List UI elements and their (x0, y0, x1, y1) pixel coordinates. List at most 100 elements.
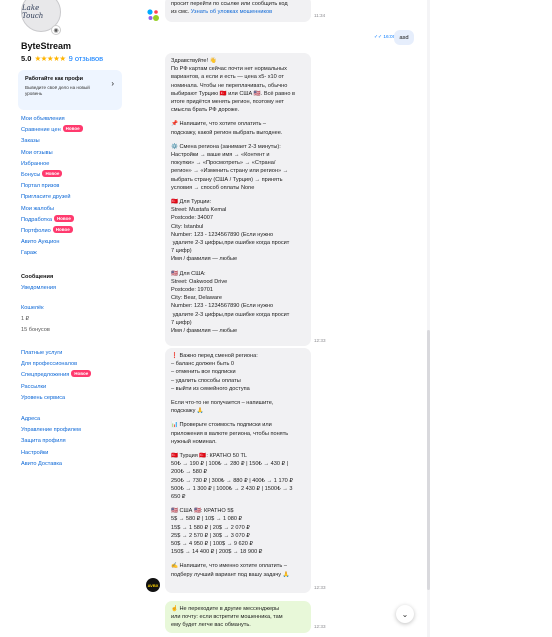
sidebar-item-label: Пригласите друзей (21, 194, 71, 201)
sidebar-item[interactable]: Для профессионалов (21, 359, 91, 370)
seller-rating: 5.0 ★★★★★ 9 отзывов (21, 54, 103, 63)
message-line: – выйти из семейного доступа (171, 385, 250, 392)
message-line: покупки» → «Просмотреть» → «Страна/ (171, 160, 276, 167)
sidebar-item-label: Спецпредложения (21, 372, 70, 379)
sidebar-item[interactable]: Портал призов (21, 181, 83, 192)
sidebar-item[interactable]: Подработка Новое (21, 214, 83, 226)
sidebar-item[interactable]: Портфолио Новое (21, 226, 83, 237)
message-line: Street: Oakwood Drive (171, 278, 228, 285)
sidebar-item[interactable]: Сравнение цен Новое (21, 125, 83, 136)
sidebar-item[interactable]: Уровень сервиса (21, 393, 91, 404)
message-line: 50₺ → 190 ₽ | 100₺ → 280 ₽ | 150₺ → 430 … (171, 461, 289, 468)
message-line: подскажу 🙏 (171, 408, 204, 415)
sidebar-item[interactable]: Адреса (21, 414, 81, 425)
avito-logo-icon (146, 8, 160, 22)
sidebar-item[interactable]: Гараж (21, 248, 83, 259)
sidebar-item-label: Платные услуги (21, 350, 63, 356)
message-line: Здравствуйте! 👋 (171, 58, 217, 64)
scroll-down-button[interactable]: ⌄ (396, 605, 414, 623)
sidebar-item[interactable]: Авито Аукцион (21, 237, 83, 248)
sidebar-item-label: Адреса (21, 416, 41, 422)
message-line: или почту: если встретите мошенника, там (171, 614, 283, 621)
sidebar-item-messages[interactable]: Сообщения (21, 272, 56, 283)
scam-info-link[interactable]: Узнать об уловках мошенников (191, 9, 272, 15)
sidebar-item-label: Настройки (21, 449, 49, 456)
sidebar-item-label: Портфолио (21, 228, 51, 235)
message-line: Number: 123 - 1234567890 (Если нужно (171, 303, 274, 310)
sidebar-item-label: Мои жалобы (21, 205, 55, 212)
message-line: Street: Mustafa Kemal (171, 207, 227, 214)
message-line: ✍️ Напишите, что именно хотите оплатить … (171, 563, 287, 570)
services-menu: Платные услуги Для профессионалов Спецпред… (21, 348, 92, 404)
promo-title: Работайте как профи (25, 76, 84, 82)
message-line: 500₺ → 1 300 ₽ | 1000₺ → 2 430 ₽ | 1500₺… (171, 485, 293, 492)
reviews-link[interactable]: 9 отзывов (69, 54, 104, 63)
sidebar-item[interactable]: Бонусы Новое (21, 170, 83, 181)
sidebar-item[interactable]: Авито Доставка (21, 459, 81, 470)
message-line: По РФ картам сейчас почти нет нормальных (171, 66, 287, 73)
message-line: 🇹🇷 Турция 🇹🇷: КРАТНО 50 TL (171, 453, 248, 460)
new-badge: Новое (62, 125, 83, 133)
sidebar-item-notifications[interactable]: Уведомления (21, 283, 56, 294)
sidebar-item-label: Портал призов (21, 183, 60, 190)
message-line: – отменить все подписки (171, 369, 236, 376)
message-line: Имя / фамилия — любые (171, 328, 238, 335)
sidebar-item-label: Избранное (21, 160, 50, 167)
message-line: 25$ → 2 570 ₽ | 30$ → 3 070 ₽ (171, 532, 250, 539)
sidebar-item[interactable]: Заказы (21, 136, 83, 147)
sidebar-item[interactable]: Рассылки (21, 382, 91, 393)
sidebar-item[interactable]: Пригласите друзей (21, 192, 83, 203)
scrollbar-thumb[interactable] (427, 330, 430, 590)
message-line: City: Bear, Delaware (171, 295, 222, 302)
sidebar-item[interactable]: Мои объявления (21, 114, 83, 125)
message-line: 50$ → 4 950 ₽ | 100$ → 9 620 ₽ (171, 541, 253, 548)
message-time: 12:33 (314, 338, 326, 343)
message-line: приложения в валюте региона, чтобы понят… (171, 430, 289, 437)
message-line: – баланс должен быть 0 (171, 361, 235, 368)
sidebar-item-label: Авито Доставка (21, 460, 63, 467)
sidebar-item-label: Авито Аукцион (21, 239, 60, 246)
sidebar-item-label: Сравнение цен (21, 127, 61, 134)
sidebar-item-label: Мои отзывы (21, 149, 53, 156)
sidebar-item[interactable]: Платные услуги (21, 348, 91, 359)
rating-score: 5.0 (21, 54, 32, 63)
sidebar-item[interactable]: Спецпредложения Новое (21, 370, 92, 381)
message-line: 150$ → 14 400 ₽ | 200$ → 18 900 ₽ (171, 549, 263, 556)
message-line: 5$ → 580 ₽ | 10$ → 1 080 ₽ (171, 516, 243, 523)
message-line: 200₺ → 580 ₽ (171, 469, 208, 476)
message-line: 7 цифр) (171, 319, 192, 326)
pro-promo-card[interactable]: Работайте как профи Выведите своё дело н… (18, 70, 122, 110)
safety-warning-bubble: ☝️ Не переходите в другие мессенджеры или… (165, 601, 311, 633)
avatar-logo: Lake Touch (22, 4, 44, 20)
sidebar-item-wallet[interactable]: Кошелёк (21, 303, 50, 314)
message-line: 📌 Напишите, что хотите оплатить – (171, 121, 267, 128)
message-line: нужный номинал. (171, 438, 217, 445)
message-line: смысла брать РФ дороже. (171, 107, 240, 114)
message-line: вариантов, а если и есть — цена х5- х10 … (171, 74, 284, 81)
message-line: ⚙️ Смена региона (занимает 2-3 минуты): (171, 143, 281, 150)
new-badge: Новое (52, 226, 73, 234)
sidebar-item[interactable]: Защита профиля (21, 436, 81, 447)
sidebar-item[interactable]: Управление профилем (21, 425, 81, 436)
message-line: выбирают Турцию 🇹🇷 или США 🇺🇸. Всё равно… (171, 90, 295, 97)
incoming-message-main: Здравствуйте! 👋 По РФ картам сейчас почти… (165, 53, 311, 346)
sidebar-item[interactable]: Избранное (21, 159, 83, 170)
message-line: итоге придётся менять регион, поэтому не… (171, 99, 284, 106)
sidebar-item[interactable]: Мои жалобы (21, 204, 83, 215)
sidebar: Lake Touch ◉ ByteStream 5.0 ★★★★★ 9 отзы… (0, 0, 140, 637)
message-line: Настройки → ваше имя → «Контент и (171, 152, 270, 159)
new-badge: Новое (71, 370, 92, 378)
message-line: номинала. Чтобы не переплачивать, обычно (171, 82, 288, 89)
sidebar-item[interactable]: Настройки (21, 448, 81, 459)
sidebar-item-label: Защита профиля (21, 438, 66, 445)
sidebar-item[interactable]: Мои отзывы (21, 148, 83, 159)
message-line: подскажу, какой регион выбрать выгоднее. (171, 129, 283, 136)
camera-icon[interactable]: ◉ (51, 25, 61, 35)
message-line: Имя / фамилия — любые (171, 256, 238, 263)
message-line: 15$ → 1 580 ₽ | 20$ → 2 070 ₽ (171, 524, 250, 531)
seller-mini-avatar: AVBX (146, 578, 160, 592)
message-line: 🇺🇸 США 🇺🇸: КРАТНО 5$ (171, 508, 234, 515)
message-line: ❗ Важно перед сменой региона: (171, 353, 258, 359)
message-line: Если что-то не получается – напишите, (171, 400, 274, 407)
read-status: ✓✓ 16:00 (374, 35, 396, 40)
